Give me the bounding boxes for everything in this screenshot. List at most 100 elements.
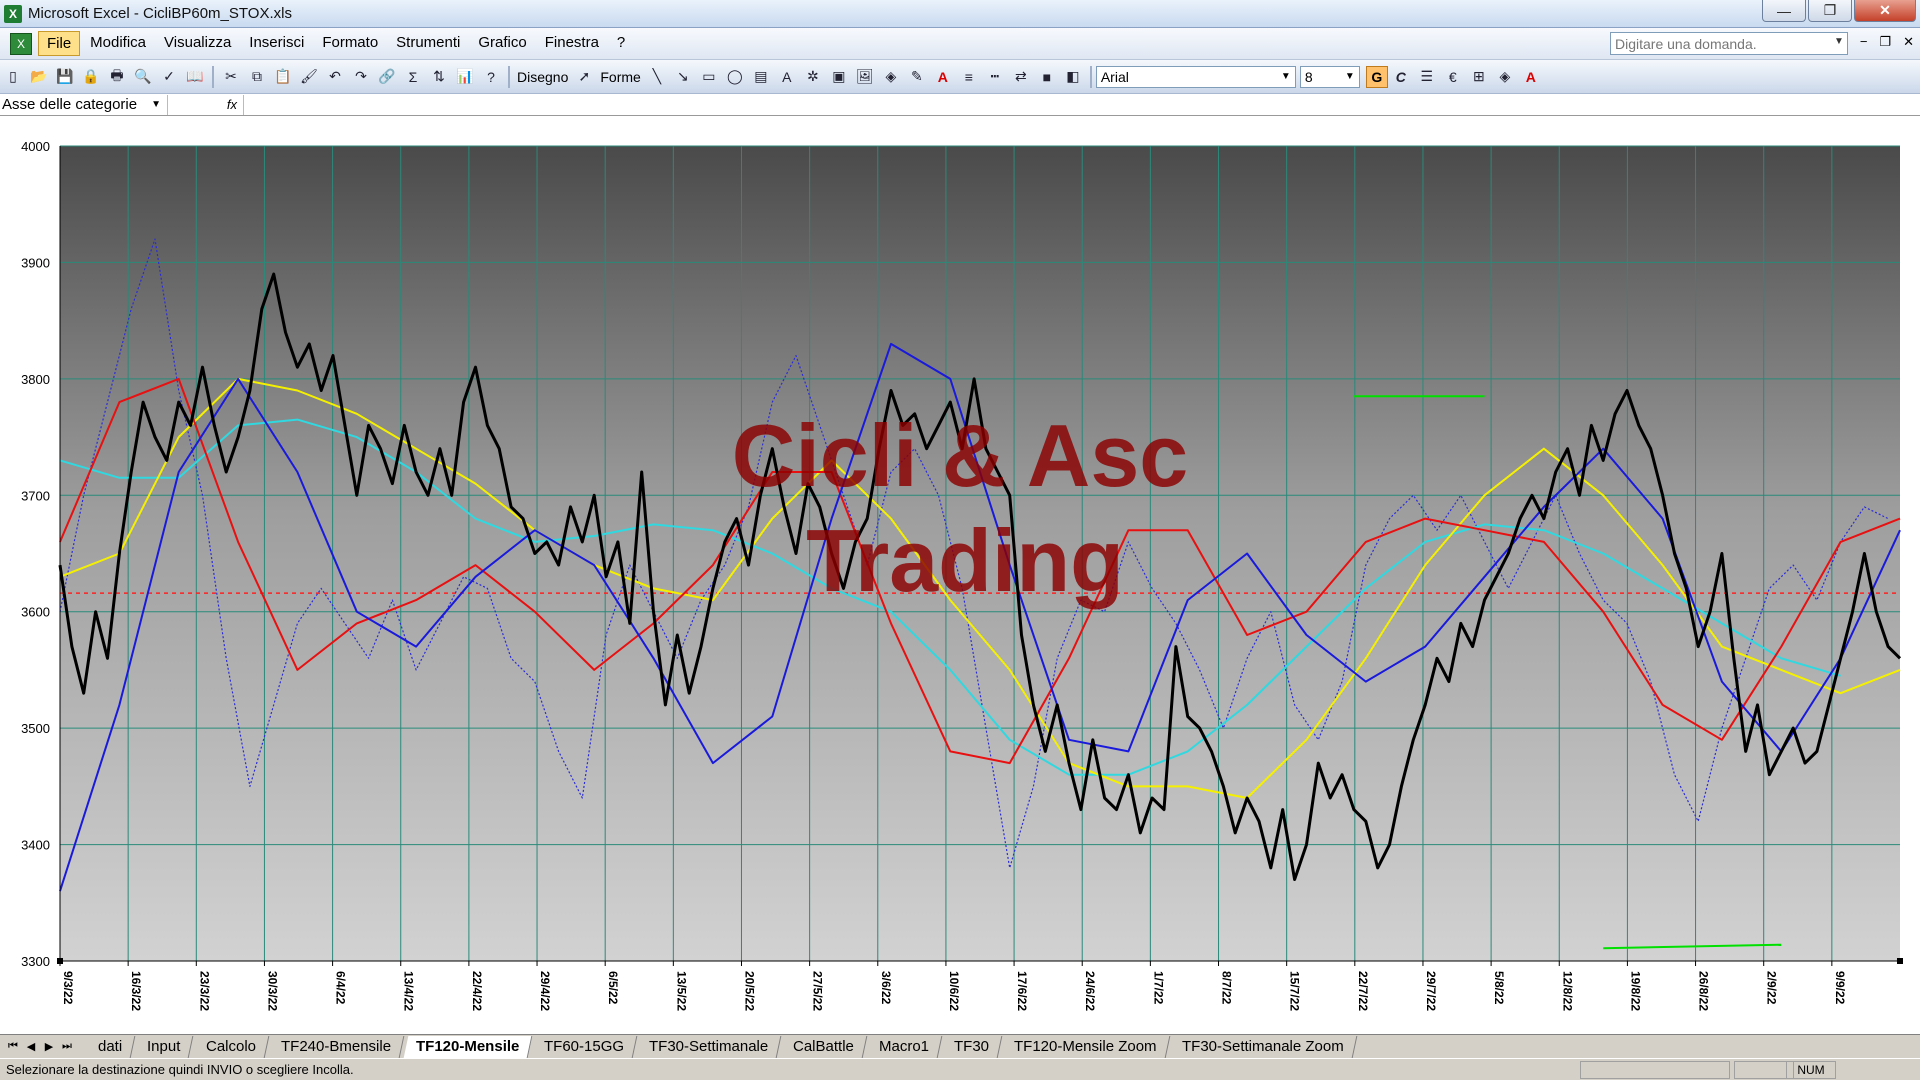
menu-item-strumenti[interactable]: Strumenti [388, 31, 468, 56]
fill-bucket-icon[interactable]: ◈ [1494, 66, 1516, 88]
help-dropdown-icon[interactable]: ▼ [1834, 36, 1844, 47]
sheet-tab[interactable]: TF120-Mensile [403, 1035, 533, 1058]
research-icon[interactable]: 📖 [184, 66, 206, 88]
print-icon[interactable]: 🖶 [106, 66, 128, 88]
rectangle-icon[interactable]: ▭ [698, 66, 720, 88]
italic-button[interactable]: C [1390, 66, 1412, 88]
wordart-icon[interactable]: A [776, 66, 798, 88]
paste-icon[interactable]: 📋 [272, 66, 294, 88]
sheet-tab[interactable]: dati [85, 1035, 136, 1058]
save-icon[interactable]: 💾 [54, 66, 76, 88]
permission-icon[interactable]: 🔒 [80, 66, 102, 88]
fill-color-icon[interactable]: ◈ [880, 66, 902, 88]
bold-button[interactable]: G [1365, 65, 1388, 88]
sheet-tab[interactable]: TF120-Mensile Zoom [1001, 1035, 1171, 1058]
x-tick-label: 12/8/22 [1560, 971, 1574, 1011]
doc-close-button[interactable]: ✕ [1903, 34, 1914, 50]
document-window-controls: − ❐ ✕ [1860, 34, 1914, 50]
print-preview-icon[interactable]: 🔍 [132, 66, 154, 88]
shadow-icon[interactable]: ■ [1036, 66, 1058, 88]
help-search-input[interactable]: Digitare una domanda. [1610, 32, 1848, 55]
diagram-icon[interactable]: ✲ [802, 66, 824, 88]
x-tick-label: 16/3/22 [129, 971, 143, 1011]
textbox-icon[interactable]: ▤ [750, 66, 772, 88]
font-name-value: Arial [1100, 68, 1129, 85]
x-tick-label: 6/4/22 [334, 971, 348, 1005]
redo-icon[interactable]: ↷ [350, 66, 372, 88]
font-name-select[interactable]: Arial ▼ [1095, 65, 1296, 88]
oval-icon[interactable]: ◯ [724, 66, 746, 88]
menu-item-modifica[interactable]: Modifica [82, 31, 154, 56]
last-sheet-icon[interactable]: ⏭ [58, 1040, 76, 1053]
help-icon[interactable]: ? [480, 66, 502, 88]
spelling-icon[interactable]: ✓ [158, 66, 180, 88]
sheet-tab-label: TF30-Settimanale [649, 1037, 769, 1055]
chart[interactable]: Cicli & AscTrading 3300 3400 3500 3600 3700 3… [0, 116, 1920, 1036]
sheet-tab[interactable]: TF30 [941, 1035, 1003, 1058]
align-icon[interactable]: ☰ [1416, 66, 1438, 88]
text-color-icon[interactable]: A [1520, 66, 1542, 88]
copy-icon[interactable]: ⧉ [246, 66, 268, 88]
borders-icon[interactable]: ⊞ [1468, 66, 1490, 88]
font-color-icon[interactable]: A [932, 66, 954, 88]
window-title: Microsoft Excel - CicliBP60m_STOX.xls [28, 5, 292, 22]
sheet-tab[interactable]: Calcolo [193, 1035, 269, 1058]
chart-area[interactable]: Cicli & Asc Trading 3300 3400 3500 3600 3700 3… [0, 116, 1920, 1036]
menu-item-formato[interactable]: Formato [314, 31, 386, 56]
clipart-icon[interactable]: ▣ [828, 66, 850, 88]
maximize-button[interactable]: ❐ [1808, 0, 1852, 22]
font-size-select[interactable]: 8 ▼ [1299, 65, 1360, 88]
sort-icon[interactable]: ⇅ [428, 66, 450, 88]
x-tick-label: 22/4/22 [470, 971, 484, 1011]
doc-restore-button[interactable]: ❐ [1879, 34, 1891, 50]
status-cell [1580, 1061, 1730, 1079]
doc-minimize-button[interactable]: − [1860, 34, 1868, 50]
name-box[interactable]: Asse delle categorie ▼ [0, 94, 168, 115]
sheet-tab[interactable]: TF30-Settimanale [636, 1035, 782, 1058]
minimize-button[interactable]: — [1762, 0, 1806, 22]
menu-item-visualizza[interactable]: Visualizza [156, 31, 239, 56]
sheet-tab[interactable]: Input [134, 1035, 194, 1058]
picture-icon[interactable]: 🖼 [854, 66, 876, 88]
menu-item-inserisci[interactable]: Inserisci [241, 31, 312, 56]
y-tick-label: 3300 [21, 954, 50, 969]
sheet-tab[interactable]: CalBattle [780, 1035, 868, 1058]
menu-item-finestra[interactable]: Finestra [537, 31, 607, 56]
3d-icon[interactable]: ◧ [1062, 66, 1084, 88]
workbook-icon[interactable]: X [10, 32, 32, 55]
x-tick-label: 13/5/22 [674, 971, 688, 1011]
dash-style-icon[interactable]: ┅ [984, 66, 1006, 88]
select-pointer-icon[interactable]: ➚ [573, 66, 595, 88]
chart-wizard-icon[interactable]: 📊 [454, 66, 476, 88]
autosum-icon[interactable]: Σ [402, 66, 424, 88]
euro-button[interactable]: € [1442, 66, 1464, 88]
x-tick-label: 10/6/22 [947, 971, 961, 1011]
sheet-tab[interactable]: TF30-Settimanale Zoom [1169, 1035, 1357, 1058]
excel-icon: X [4, 4, 22, 23]
close-button[interactable]: ✕ [1854, 0, 1916, 22]
sheet-tab-label: TF60-15GG [544, 1037, 625, 1055]
first-sheet-icon[interactable]: ⏮ [4, 1040, 22, 1053]
format-painter-icon[interactable]: 🖌 [298, 66, 320, 88]
hyperlink-icon[interactable]: 🔗 [376, 66, 398, 88]
undo-icon[interactable]: ↶ [324, 66, 346, 88]
fx-button[interactable]: fx [168, 94, 244, 115]
menu-item-file[interactable]: File [38, 31, 81, 56]
open-folder-icon[interactable]: 📂 [28, 66, 50, 88]
sheet-tab[interactable]: TF60-15GG [531, 1035, 638, 1058]
next-sheet-icon[interactable]: ▶ [40, 1040, 58, 1053]
drawing-menu[interactable]: Disegno [517, 69, 568, 85]
shapes-menu[interactable]: Forme [600, 69, 640, 85]
arrow-icon[interactable]: ↘ [672, 66, 694, 88]
sheet-tab[interactable]: Macro1 [866, 1035, 943, 1058]
arrow-style-icon[interactable]: ⇄ [1010, 66, 1032, 88]
sheet-tab[interactable]: TF240-Bmensile [268, 1035, 404, 1058]
new-file-icon[interactable]: ▯ [2, 66, 24, 88]
menu-item-help[interactable]: ? [609, 31, 633, 56]
prev-sheet-icon[interactable]: ◀ [22, 1040, 40, 1053]
line-icon[interactable]: ╲ [646, 66, 668, 88]
line-style-icon[interactable]: ≡ [958, 66, 980, 88]
line-color-icon[interactable]: ✎ [906, 66, 928, 88]
cut-icon[interactable]: ✂ [220, 66, 242, 88]
menu-item-grafico[interactable]: Grafico [470, 31, 534, 56]
